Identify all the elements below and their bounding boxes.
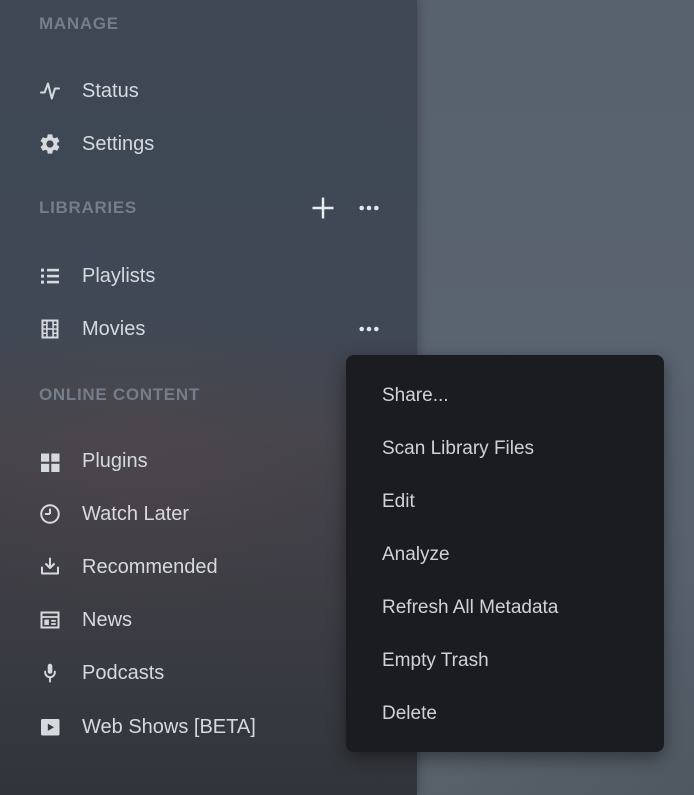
- playlist-icon: [38, 264, 62, 288]
- section-header-manage: MANAGE: [0, 8, 417, 40]
- sidebar-item-label: Status: [82, 80, 139, 103]
- menu-item-edit[interactable]: Edit: [346, 475, 664, 528]
- microphone-icon: [38, 661, 62, 685]
- menu-item-delete[interactable]: Delete: [346, 687, 664, 740]
- film-icon: [38, 317, 62, 341]
- gear-icon: [38, 132, 62, 156]
- section-header-label: ONLINE CONTENT: [39, 385, 200, 405]
- sidebar-item-settings[interactable]: Settings: [0, 124, 417, 164]
- section-header-label: LIBRARIES: [39, 198, 137, 218]
- sidebar-item-playlists[interactable]: Playlists: [0, 256, 417, 296]
- sidebar-item-label: News: [82, 609, 132, 632]
- sidebar-item-label: Settings: [82, 133, 154, 156]
- sidebar-item-label: Watch Later: [82, 503, 189, 526]
- ellipsis-icon: [357, 317, 381, 341]
- plex-app-window: MANAGE Status Settings LIBRARIES: [0, 0, 694, 795]
- plus-icon: [311, 196, 335, 220]
- section-header-label: MANAGE: [39, 14, 119, 34]
- sidebar-item-label: Plugins: [82, 450, 148, 473]
- sidebar-item-label: Podcasts: [82, 662, 164, 685]
- sidebar-item-label: Playlists: [82, 265, 155, 288]
- sidebar-item-label: Recommended: [82, 556, 218, 579]
- sidebar-item-label: Movies: [82, 318, 145, 341]
- menu-item-scan-library-files[interactable]: Scan Library Files: [346, 422, 664, 475]
- movies-context-menu: Share... Scan Library Files Edit Analyze…: [346, 355, 664, 752]
- menu-item-analyze[interactable]: Analyze: [346, 528, 664, 581]
- clock-icon: [38, 502, 62, 526]
- ellipsis-icon: [357, 196, 381, 220]
- add-library-button[interactable]: [311, 196, 335, 220]
- menu-item-refresh-all-metadata[interactable]: Refresh All Metadata: [346, 581, 664, 634]
- news-icon: [38, 608, 62, 632]
- menu-item-share[interactable]: Share...: [346, 369, 664, 422]
- section-header-libraries: LIBRARIES: [0, 192, 417, 224]
- activity-icon: [38, 79, 62, 103]
- movies-more-button[interactable]: [357, 317, 381, 341]
- menu-item-empty-trash[interactable]: Empty Trash: [346, 634, 664, 687]
- sidebar-item-label: Web Shows [BETA]: [82, 716, 256, 739]
- download-icon: [38, 555, 62, 579]
- play-box-icon: [38, 715, 62, 739]
- sidebar-item-movies[interactable]: Movies: [0, 309, 417, 349]
- libraries-more-button[interactable]: [357, 196, 381, 220]
- plugins-icon: [38, 449, 62, 473]
- sidebar-item-status[interactable]: Status: [0, 71, 417, 111]
